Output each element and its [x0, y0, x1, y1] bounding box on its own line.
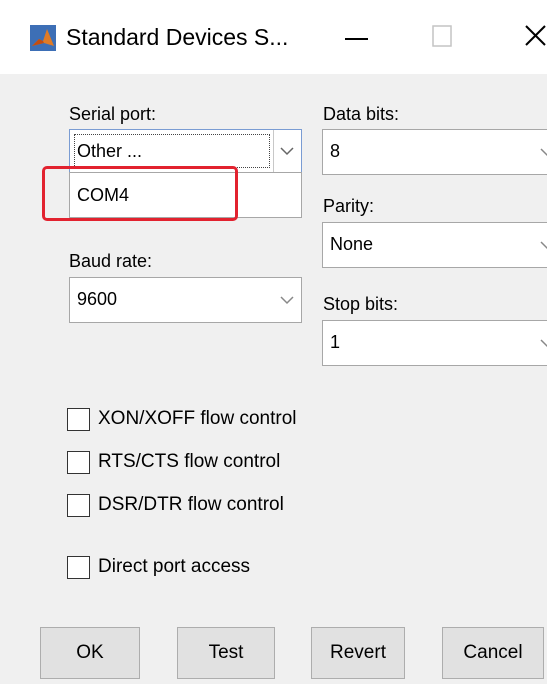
data-bits-select[interactable]: 8: [322, 129, 547, 175]
rts-cts-row[interactable]: RTS/CTS flow control: [67, 446, 280, 478]
maximize-icon: [432, 25, 452, 47]
highlight-box: [42, 166, 238, 221]
chevron-down-icon[interactable]: [273, 130, 301, 172]
test-button[interactable]: Test: [177, 627, 275, 679]
dsr-dtr-label: DSR/DTR flow control: [98, 494, 284, 515]
close-button[interactable]: [500, 14, 547, 60]
maximize-button[interactable]: [420, 14, 470, 60]
close-icon: [525, 25, 546, 46]
stop-bits-select[interactable]: 1: [322, 320, 547, 366]
baud-rate-label: Baud rate:: [69, 251, 153, 271]
data-bits-label: Data bits:: [323, 104, 400, 124]
title-bar: Standard Devices S...: [0, 0, 547, 74]
chevron-down-icon[interactable]: [273, 278, 301, 322]
matlab-icon: [30, 25, 56, 51]
xon-xoff-row[interactable]: XON/XOFF flow control: [67, 403, 297, 435]
xon-xoff-label: XON/XOFF flow control: [98, 408, 297, 429]
direct-port-checkbox[interactable]: [67, 555, 90, 579]
ok-button[interactable]: OK: [40, 627, 140, 679]
minimize-button[interactable]: [335, 14, 385, 60]
baud-rate-value: 9600: [77, 289, 118, 309]
cancel-button[interactable]: Cancel: [442, 627, 544, 679]
direct-port-row[interactable]: Direct port access: [67, 551, 250, 583]
rts-cts-checkbox[interactable]: [67, 450, 90, 474]
parity-label: Parity:: [323, 196, 375, 216]
data-bits-value: 8: [330, 141, 341, 161]
stop-bits-label: Stop bits:: [323, 294, 399, 314]
minimize-icon: [345, 38, 368, 40]
baud-rate-select[interactable]: 9600: [69, 277, 302, 323]
stop-bits-value: 1: [330, 332, 341, 352]
rts-cts-label: RTS/CTS flow control: [98, 451, 281, 472]
parity-select[interactable]: None: [322, 222, 547, 268]
window-title: Standard Devices S...: [66, 24, 289, 50]
chevron-down-icon[interactable]: [533, 130, 547, 174]
chevron-down-icon[interactable]: [533, 321, 547, 365]
revert-button[interactable]: Revert: [311, 627, 405, 679]
dsr-dtr-row[interactable]: DSR/DTR flow control: [67, 489, 284, 521]
chevron-down-icon[interactable]: [533, 223, 547, 267]
dsr-dtr-checkbox[interactable]: [67, 493, 90, 517]
parity-value: None: [330, 234, 374, 254]
xon-xoff-checkbox[interactable]: [67, 407, 90, 431]
direct-port-label: Direct port access: [98, 556, 251, 577]
serial-port-label: Serial port:: [69, 104, 157, 124]
